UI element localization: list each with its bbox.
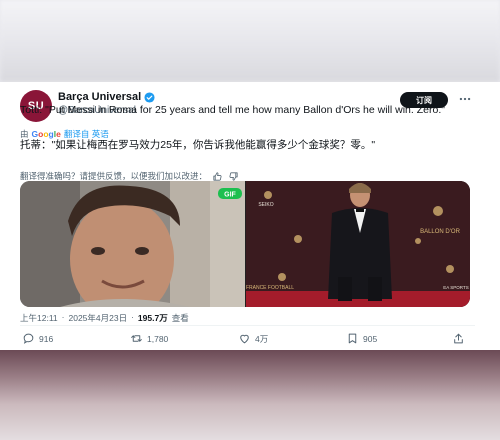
- retweet-button[interactable]: 1,780: [130, 332, 168, 345]
- like-button[interactable]: 4万: [238, 332, 268, 345]
- divider: [20, 325, 475, 326]
- bookmark-icon: [348, 333, 357, 344]
- reply-count: 916: [39, 333, 54, 344]
- backdrop-subtext: FRANCE FOOTBALL: [246, 285, 294, 291]
- bookmark-button[interactable]: 905: [346, 332, 377, 345]
- media-images: GIF BALLON D'OR FRANCE FOOTBALL SEIKO EA…: [20, 181, 470, 307]
- translated-tweet-text: 托蒂："如果让梅西在罗马效力25年，你告诉我他能赢得多少个金球奖？零。": [20, 139, 376, 151]
- thumbs-up-icon[interactable]: [212, 171, 223, 182]
- heart-icon: [240, 334, 249, 344]
- like-count: 4万: [255, 333, 269, 344]
- sponsor-left: SEIKO: [258, 202, 273, 208]
- tweet-meta: 上午12:11 · 2025年4月23日 · 195.7万 查看: [20, 312, 189, 324]
- share-icon: [454, 333, 463, 344]
- right-photo-frame: BALLON D'OR FRANCE FOOTBALL SEIKO EA SPO…: [246, 181, 470, 307]
- retweet-icon: [131, 335, 142, 342]
- tweet-time[interactable]: 上午12:11: [20, 312, 58, 324]
- gif-badge-text: GIF: [224, 192, 236, 199]
- retweet-count: 1,780: [147, 333, 169, 344]
- author-name-row: Barça Universal: [58, 91, 155, 103]
- thumbs-down-icon[interactable]: [228, 171, 239, 182]
- tweet-text: Totti: "Put Messi in Roma for 25 years a…: [20, 104, 445, 116]
- tweet-media[interactable]: GIF BALLON D'OR FRANCE FOOTBALL SEIKO EA…: [20, 181, 470, 307]
- views-label: 查看: [171, 313, 189, 323]
- tweet-date[interactable]: 2025年4月23日: [68, 312, 127, 324]
- meta-separator: ·: [61, 312, 65, 322]
- blurred-background-top: [0, 0, 500, 82]
- reply-icon: [23, 333, 34, 344]
- blurred-background-bottom: [0, 350, 500, 440]
- verified-badge-icon: [144, 91, 155, 103]
- left-video-frame: [20, 181, 245, 307]
- views-count: 195.7万: [137, 313, 168, 323]
- meta-separator-2: ·: [131, 312, 134, 322]
- share-button[interactable]: [452, 332, 465, 345]
- backdrop-text: BALLON D'OR: [420, 229, 460, 235]
- reply-button[interactable]: 916: [22, 332, 53, 345]
- gif-badge: GIF: [218, 188, 242, 199]
- tweet-card[interactable]: SU Barça Universal @BarcaUniversal 订阅 To…: [0, 82, 500, 350]
- sponsor-right: EA SPORTS: [443, 285, 468, 290]
- google-logo: Google: [31, 129, 61, 139]
- display-name[interactable]: Barça Universal: [58, 91, 141, 103]
- bookmark-count: 905: [363, 333, 378, 344]
